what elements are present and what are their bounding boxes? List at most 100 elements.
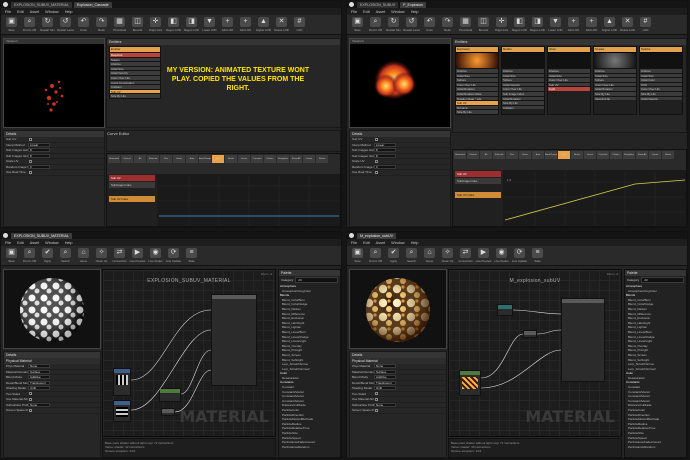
toolbar-button[interactable]: ◧ Regen LOD bbox=[165, 16, 182, 34]
curve-row[interactable]: Sub UV bbox=[109, 175, 155, 181]
emitter-module[interactable]: Initial Velocity bbox=[640, 95, 682, 101]
property-checkbox[interactable] bbox=[375, 137, 378, 141]
toolbar-button[interactable]: ↻ Restart Sim bbox=[385, 16, 402, 34]
toolbar-button[interactable]: + Add LOD bbox=[583, 16, 600, 34]
curve-toolbar-button[interactable]: Show All bbox=[636, 151, 648, 159]
emitter-column[interactable]: Sparks Lifetime Initial Size Initial Color O… bbox=[639, 46, 683, 115]
emitter-column[interactable]: Smoke Lifetime Initial Size Sphere Color Ove… bbox=[593, 46, 637, 115]
material-preview-viewport[interactable] bbox=[3, 269, 101, 349]
toolbar-button[interactable]: ⌕ Search bbox=[403, 247, 420, 265]
toolbar-button[interactable]: ✕ Delete LOD bbox=[619, 16, 636, 34]
property-checkbox[interactable] bbox=[375, 159, 378, 163]
menu-file[interactable]: File bbox=[5, 241, 11, 245]
curve-toolbar-button[interactable]: Delete bbox=[316, 155, 328, 163]
toolbar-button[interactable]: ◉ Live Nodes bbox=[493, 247, 510, 265]
emitter-column[interactable]: Glow Lifetime Initial Size Color Over Life S… bbox=[547, 46, 591, 115]
toolbar-button[interactable]: ◉ Live Nodes bbox=[147, 247, 164, 265]
curve-toolbar-button[interactable]: Selected bbox=[147, 155, 159, 163]
toolbar-button[interactable]: ▦ Thumbnail bbox=[111, 16, 128, 34]
property-checkbox[interactable] bbox=[375, 397, 378, 401]
menu-file[interactable]: File bbox=[351, 241, 357, 245]
toolbar-button[interactable]: ↺ Restart Level bbox=[57, 16, 74, 34]
toolbar-button[interactable]: ✕ Delete LOD bbox=[273, 16, 290, 34]
toolbar-button[interactable]: ≡ Stats bbox=[183, 247, 200, 265]
curve-toolbar-button[interactable]: Create bbox=[649, 151, 661, 159]
curve-toolbar-button[interactable]: Straighten bbox=[623, 151, 635, 159]
curve-toolbar-button[interactable]: All bbox=[480, 151, 492, 159]
curve-toolbar-button[interactable]: Constant bbox=[597, 151, 609, 159]
curve-toolbar-button[interactable]: Pan bbox=[506, 151, 518, 159]
curve-toolbar-button[interactable]: Auto/Clamped bbox=[199, 155, 211, 163]
menu-help[interactable]: Help bbox=[65, 10, 73, 14]
property-checkbox[interactable] bbox=[29, 397, 32, 401]
curve-toolbar-button[interactable]: Break bbox=[571, 151, 583, 159]
toolbar-button[interactable]: ↷ Redo bbox=[439, 16, 456, 34]
curve-toolbar-button[interactable]: Delete bbox=[662, 151, 674, 159]
curve-toolbar-button[interactable]: Linear bbox=[238, 155, 250, 163]
curve-toolbar-button[interactable]: All bbox=[134, 155, 146, 163]
toolbar-button[interactable]: + Add LOD bbox=[565, 16, 582, 34]
emitter-module[interactable]: Collision bbox=[502, 104, 544, 110]
tab-material[interactable]: EXPLOSION_SUBUV_MATERIAL bbox=[11, 232, 72, 239]
menu-asset[interactable]: Asset bbox=[30, 241, 40, 245]
curve-toolbar-button[interactable]: Straighten bbox=[277, 155, 289, 163]
module-size-by-life[interactable]: Size By Life bbox=[110, 93, 160, 98]
property-value[interactable]: 8 bbox=[374, 153, 396, 158]
toolbar-button[interactable]: ↺ Restart Level bbox=[403, 16, 420, 34]
material-graph[interactable]: M_explosion_subUV Zoom -3 MATERIAL bbox=[448, 269, 622, 437]
menu-file[interactable]: File bbox=[5, 10, 11, 14]
tab-cascade[interactable]: P_Explosion bbox=[400, 1, 427, 8]
toolbar-button[interactable]: # LOD bbox=[291, 16, 308, 34]
curve-toolbar-button[interactable]: Flatten bbox=[610, 151, 622, 159]
property-value[interactable]: Linear bbox=[28, 142, 50, 147]
menu-window[interactable]: Window bbox=[45, 10, 59, 14]
toolbar-button[interactable]: ◫ Bounds bbox=[129, 16, 146, 34]
toolbar-button[interactable]: ↻ Restart Sim bbox=[39, 16, 56, 34]
menu-file[interactable]: File bbox=[351, 10, 357, 14]
curve-toolbar-button[interactable]: Constant bbox=[251, 155, 263, 163]
curve-editor[interactable]: Horizontal Vertical All Selected Pan Zoom Auto… bbox=[106, 153, 341, 227]
curve-graph[interactable] bbox=[159, 176, 339, 226]
emitter-column[interactable]: Debris Lifetime Initial Size Sphere Initial … bbox=[501, 46, 545, 115]
curve-toolbar-button[interactable]: Horizontal bbox=[454, 151, 466, 159]
toolbar-button[interactable]: ↶ Undo bbox=[421, 16, 438, 34]
toolbar-button[interactable]: ▲ Higher LOD bbox=[601, 16, 618, 34]
tab-material[interactable]: M_explosion_subUV bbox=[357, 232, 396, 239]
curve-row[interactable]: Sub UV bbox=[455, 171, 501, 177]
toolbar-button[interactable]: ⇄ Connectors bbox=[111, 247, 128, 265]
toolbar-button[interactable]: ⇄ Connectors bbox=[457, 247, 474, 265]
curve-toolbar-button[interactable]: Create bbox=[303, 155, 315, 163]
toolbar-button[interactable]: ⌕ Find in CB bbox=[21, 16, 38, 34]
property-value[interactable]: Additive bbox=[374, 375, 396, 380]
emitter-module[interactable]: Size By Life bbox=[456, 109, 498, 114]
curve-toolbar-button[interactable]: Break bbox=[225, 155, 237, 163]
toolbar-button[interactable]: ◫ Bounds bbox=[475, 16, 492, 34]
menu-window[interactable]: Window bbox=[391, 241, 405, 245]
menu-edit[interactable]: Edit bbox=[17, 241, 24, 245]
particle-viewport[interactable]: Viewport bbox=[3, 38, 105, 128]
menu-edit[interactable]: Edit bbox=[17, 10, 24, 14]
curve-editor[interactable]: Horizontal Vertical All Selected Pan Zoom Auto… bbox=[452, 149, 687, 227]
emitter-column[interactable]: Emitter Required Spawn Lifetime Initial … bbox=[109, 46, 161, 99]
palette-item[interactable]: PerInstanceRandom bbox=[279, 445, 340, 450]
emitter-column[interactable]: Explosion Lifetime Initial Size Sphere Color… bbox=[455, 46, 499, 115]
menu-window[interactable]: Window bbox=[391, 10, 405, 14]
property-value[interactable]: None bbox=[374, 364, 396, 369]
menu-asset[interactable]: Asset bbox=[376, 241, 386, 245]
toolbar-button[interactable]: ↶ Undo bbox=[75, 16, 92, 34]
toolbar-button[interactable]: ✧ Clean Up bbox=[93, 247, 110, 265]
curve-toolbar-button[interactable]: Show All bbox=[290, 155, 302, 163]
property-value[interactable]: 8 bbox=[374, 148, 396, 153]
toolbar-button[interactable]: ⌂ Home bbox=[75, 247, 92, 265]
toolbar-button[interactable]: ✧ Clean Up bbox=[439, 247, 456, 265]
material-preview-viewport[interactable] bbox=[349, 269, 447, 349]
emitter-module[interactable]: Light bbox=[548, 86, 590, 91]
toolbar-button[interactable]: ▼ Lower LOD bbox=[201, 16, 218, 34]
material-graph[interactable]: EXPLOSION_SUBUV_MATERIAL Zoom -4 MATERIA… bbox=[102, 269, 276, 437]
toolbar-button[interactable]: ✛ Origin Axis bbox=[147, 16, 164, 34]
property-value[interactable]: 8 bbox=[28, 148, 50, 153]
tab-material[interactable]: EXPLOSION_SUBUV bbox=[357, 1, 399, 8]
menu-window[interactable]: Window bbox=[45, 241, 59, 245]
property-value[interactable]: Unlit bbox=[28, 386, 50, 391]
toolbar-button[interactable]: + Add LOD bbox=[219, 16, 236, 34]
